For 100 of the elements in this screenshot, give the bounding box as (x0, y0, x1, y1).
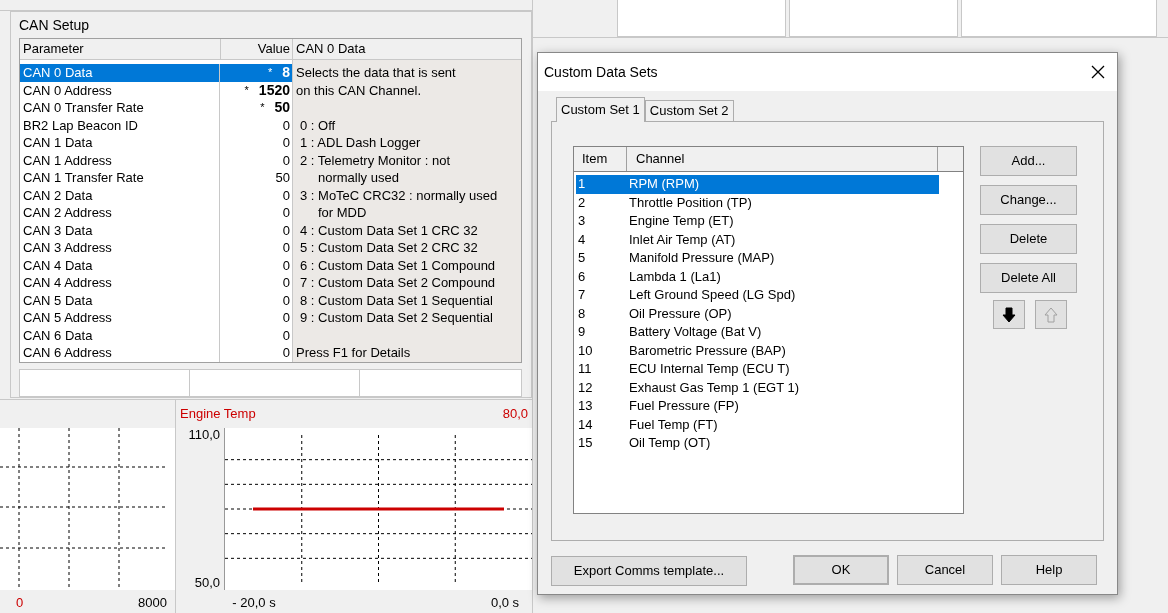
channel-row[interactable]: 5 Manifold Pressure (MAP) (576, 249, 939, 268)
description-line: 3 : MoTeC CRC32 : normally used (299, 186, 499, 204)
parameter-value: 0 (282, 274, 290, 292)
arrow-down-icon (1002, 306, 1016, 323)
parameter-row[interactable]: CAN 3 Data 0 (20, 221, 292, 239)
channel-row[interactable]: 13 Fuel Pressure (FP) (576, 397, 939, 416)
action-button[interactable]: Change... (980, 185, 1077, 215)
channel-row[interactable]: 7 Left Ground Speed (LG Spd) (576, 286, 939, 305)
graph-reading: 80,0 (502, 405, 528, 424)
channel-name: Barometric Pressure (BAP) (629, 341, 786, 360)
parameter-value: 0 (282, 116, 290, 134)
parameter-name: CAN 2 Address (20, 204, 221, 222)
item-number: 8 (577, 304, 587, 323)
description-line: 8 : Custom Data Set 1 Sequential (299, 291, 494, 309)
move-down-button[interactable] (993, 300, 1025, 329)
parameter-row[interactable]: BR2 Lap Beacon ID 0 (20, 116, 292, 134)
channel-name: Fuel Temp (FT) (629, 415, 718, 434)
parameter-row[interactable]: CAN 4 Data 0 (20, 256, 292, 274)
channel-row[interactable]: 10 Barometric Pressure (BAP) (576, 341, 939, 360)
item-number: 1 (577, 175, 587, 193)
x-tick-label: 0,0 s (490, 594, 520, 612)
parameter-name: CAN 6 Data (20, 326, 221, 344)
dialog-button[interactable]: OK (793, 555, 889, 585)
channel-name: Engine Temp (ET) (629, 212, 734, 230)
channel-row[interactable]: 15 Oil Temp (OT) (576, 434, 939, 453)
column-header: Parameter (20, 39, 221, 59)
x-tick-label: - 20,0 s (232, 594, 276, 612)
parameter-row[interactable]: CAN 3 Address 0 (20, 239, 292, 257)
parameter-value: 0 (282, 186, 290, 204)
parameter-name: CAN 0 Transfer Rate (20, 99, 221, 117)
parameter-row[interactable]: CAN 4 Address 0 (20, 274, 292, 292)
y-tick-label: 50,0 (194, 576, 220, 590)
channel-row[interactable]: 3 Engine Temp (ET) (576, 212, 939, 231)
item-number: 9 (577, 323, 587, 341)
parameter-row[interactable]: CAN 6 Address 0 (20, 344, 292, 362)
parameter-name: CAN 0 Address (20, 81, 221, 99)
description-line: for MDD (317, 204, 368, 222)
parameter-name: BR2 Lap Beacon ID (20, 116, 221, 134)
channel-name: Left Ground Speed (LG Spd) (629, 286, 796, 304)
action-button[interactable]: Delete (980, 224, 1077, 254)
description-line: 4 : Custom Data Set 1 CRC 32 (299, 221, 479, 239)
parameter-row[interactable]: CAN 5 Data 0 (20, 291, 292, 309)
parameter-name: CAN 6 Address (20, 344, 221, 362)
parameter-value: 0 (282, 309, 290, 327)
parameter-name: CAN 3 Data (20, 221, 221, 239)
channel-row[interactable]: 1 RPM (RPM) (576, 175, 939, 194)
parameter-name: CAN 3 Address (20, 239, 221, 257)
description-line: 7 : Custom Data Set 2 Compound (299, 274, 497, 292)
parameter-value: 8 (282, 64, 290, 82)
close-icon[interactable] (1091, 65, 1105, 79)
parameter-name: CAN 2 Data (20, 186, 221, 204)
channel-name: Inlet Air Temp (AT) (629, 230, 736, 249)
description-line: Selects the data that is sent (296, 64, 457, 82)
item-number: 14 (577, 415, 594, 434)
description-line: 1 : ADL Dash Logger (299, 134, 422, 152)
action-button[interactable]: Delete All (980, 263, 1077, 293)
parameter-name: CAN 1 Data (20, 134, 221, 152)
parameter-row[interactable]: CAN 1 Address 0 (20, 151, 292, 169)
description-line: 5 : Custom Data Set 2 CRC 32 (299, 239, 479, 257)
item-number: 15 (577, 434, 594, 452)
parameter-row[interactable]: CAN 2 Address 0 (20, 204, 292, 222)
column-header: Value (221, 39, 293, 59)
modified-marker: * (267, 65, 273, 80)
description-line: on this CAN Channel. (296, 81, 422, 99)
channel-row[interactable]: 11 ECU Internal Temp (ECU T) (576, 360, 939, 379)
export-button[interactable]: Export Comms template... (551, 556, 747, 586)
parameter-value: 0 (282, 221, 290, 239)
parameter-name: CAN 4 Address (20, 274, 221, 292)
parameter-row[interactable]: CAN 1 Transfer Rate 50 (20, 169, 292, 187)
channel-row[interactable]: 2 Throttle Position (TP) (576, 193, 939, 212)
parameter-row[interactable]: CAN 0 Data * 8 (20, 64, 292, 82)
parameter-name: CAN 0 Data (20, 64, 221, 82)
parameter-row[interactable]: CAN 0 Transfer Rate * 50 (20, 99, 292, 117)
description-line: normally used (317, 169, 400, 187)
channel-row[interactable]: 14 Fuel Temp (FT) (576, 415, 939, 434)
tab[interactable]: Custom Set 1 (556, 97, 645, 122)
item-number: 5 (577, 249, 587, 267)
parameter-row[interactable]: CAN 0 Address * 1520 (20, 81, 292, 99)
item-number: 2 (577, 193, 587, 212)
parameter-value: 1520 (258, 81, 290, 99)
channel-name: Fuel Pressure (FP) (629, 397, 739, 415)
channel-row[interactable]: 8 Oil Pressure (OP) (576, 304, 939, 323)
channel-row[interactable]: 4 Inlet Air Temp (AT) (576, 230, 939, 249)
channel-row[interactable]: 9 Battery Voltage (Bat V) (576, 323, 939, 342)
channel-row[interactable]: 6 Lambda 1 (La1) (576, 267, 939, 286)
parameter-row[interactable]: CAN 2 Data 0 (20, 186, 292, 204)
parameter-row[interactable]: CAN 1 Data 0 (20, 134, 292, 152)
description-line: 9 : Custom Data Set 2 Sequential (299, 309, 494, 327)
parameter-row[interactable]: CAN 5 Address 0 (20, 309, 292, 327)
column-header[interactable]: Channel (627, 147, 938, 171)
dialog-button[interactable]: Help (1001, 555, 1097, 585)
parameter-name: CAN 5 Data (20, 291, 221, 309)
description-line: 2 : Telemetry Monitor : not (299, 151, 452, 169)
action-button[interactable]: Add... (980, 146, 1077, 176)
channel-row[interactable]: 12 Exhaust Gas Temp 1 (EGT 1) (576, 378, 939, 397)
column-header[interactable]: Item (574, 147, 627, 171)
dialog-button[interactable]: Cancel (897, 555, 993, 585)
item-number: 6 (577, 267, 587, 286)
tab[interactable]: Custom Set 2 (644, 100, 734, 121)
parameter-row[interactable]: CAN 6 Data 0 (20, 326, 292, 344)
